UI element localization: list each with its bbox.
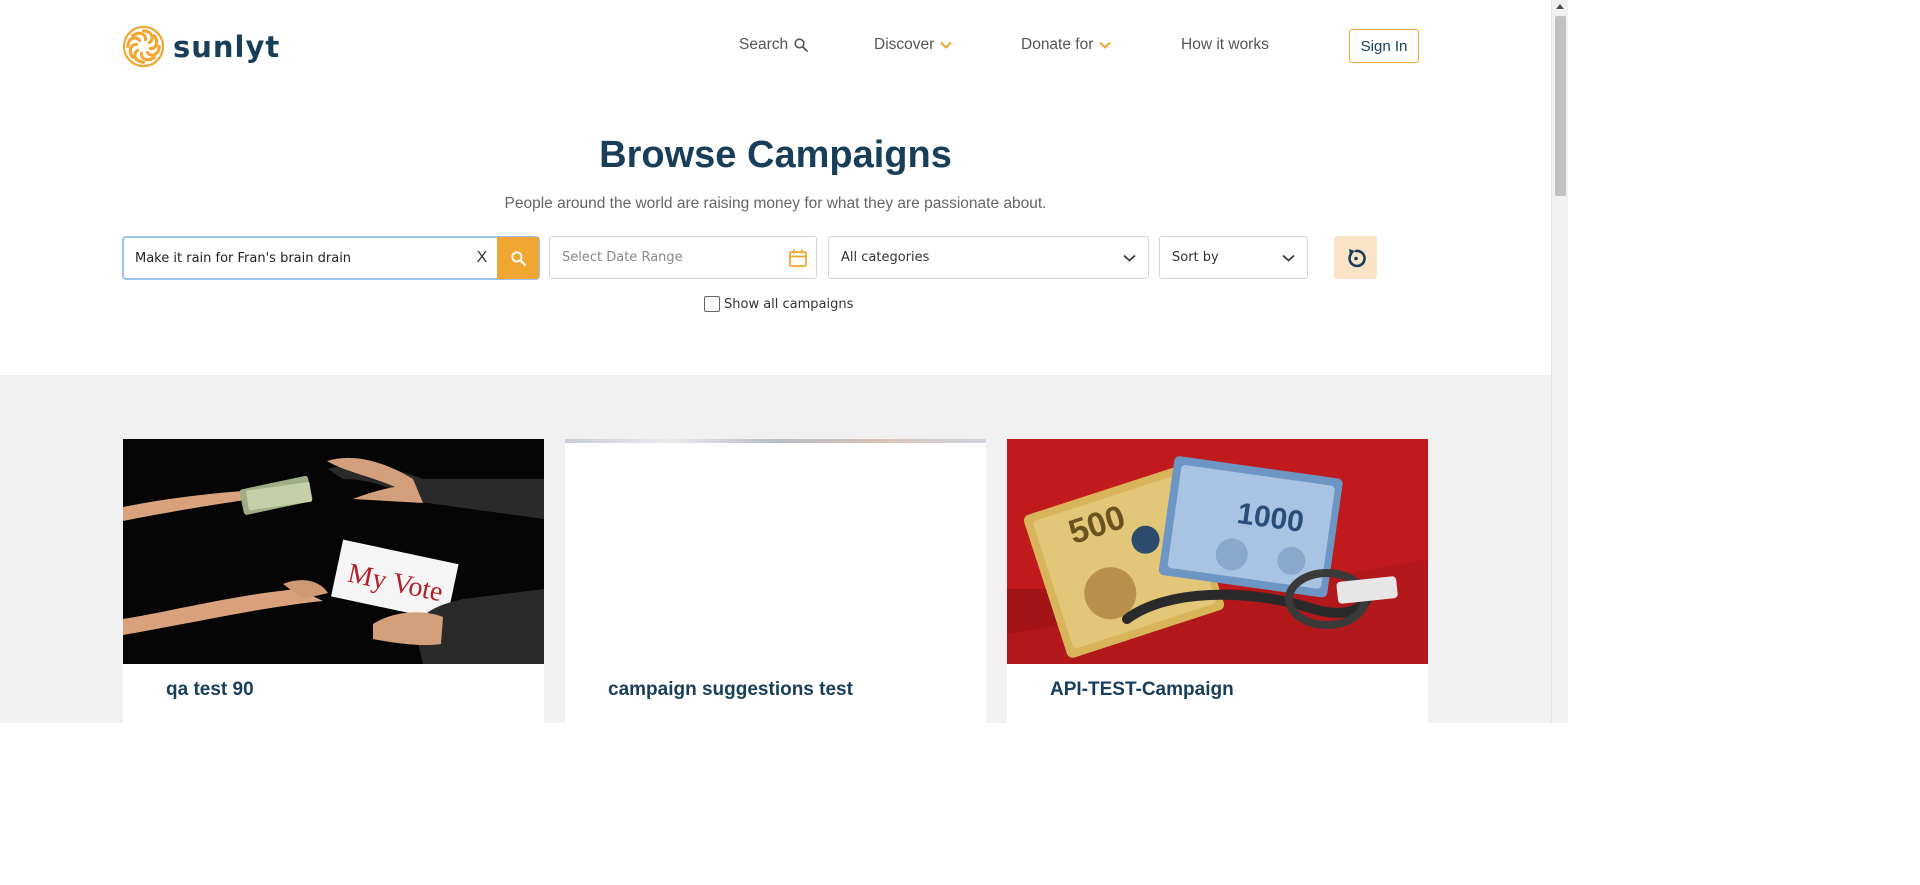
campaign-search: X <box>122 236 540 280</box>
campaign-card[interactable]: 500 1000 API-TEST-Campaign <box>1007 439 1428 739</box>
campaign-title[interactable]: campaign suggestions test <box>608 679 853 701</box>
campaign-image <box>565 439 986 664</box>
search-icon <box>794 38 809 52</box>
money-for-vote-illustration: My Vote <box>123 457 544 664</box>
show-all-checkbox[interactable] <box>704 296 720 312</box>
nav-discover[interactable]: Discover <box>874 36 953 54</box>
category-select[interactable]: All categories <box>828 236 1149 279</box>
search-icon <box>510 250 526 266</box>
page-scrollbar[interactable] <box>1551 0 1568 723</box>
category-selected: All categories <box>841 250 930 265</box>
nav-discover-label: Discover <box>874 36 935 53</box>
site-header: sunlyt Search Discover Donate for How it… <box>0 0 1551 92</box>
search-input[interactable] <box>124 238 467 278</box>
nav-donate-label: Donate for <box>1021 36 1094 53</box>
show-all-label: Show all campaigns <box>724 296 854 312</box>
campaign-image: 500 1000 <box>1007 439 1428 664</box>
chevron-down-icon <box>1099 41 1112 49</box>
nav-how-label: How it works <box>1181 36 1269 53</box>
browse-hero: Browse Campaigns People around the world… <box>0 92 1551 375</box>
main-nav: Search Discover Donate for How it works <box>0 36 1551 58</box>
search-button[interactable] <box>497 237 539 279</box>
peso-bills-illustration: 500 1000 <box>1007 456 1428 664</box>
campaign-card[interactable]: campaign suggestions test <box>565 439 986 739</box>
show-all-campaigns[interactable]: Show all campaigns <box>704 296 853 312</box>
reset-icon <box>1347 248 1366 267</box>
nav-how-it-works[interactable]: How it works <box>1181 36 1269 54</box>
sort-select[interactable]: Sort by <box>1159 236 1308 279</box>
calendar-icon <box>789 249 807 267</box>
sort-selected: Sort by <box>1172 250 1219 265</box>
chevron-down-icon <box>1282 254 1295 262</box>
page-title: Browse Campaigns <box>599 134 952 176</box>
nav-donate-for[interactable]: Donate for <box>1021 36 1112 54</box>
nav-search-label: Search <box>739 36 789 53</box>
campaign-title[interactable]: qa test 90 <box>166 679 254 701</box>
chevron-down-icon <box>940 41 953 49</box>
scroll-up-arrow-icon[interactable] <box>1556 4 1564 9</box>
clear-search-button[interactable]: X <box>467 249 497 267</box>
date-range-placeholder: Select Date Range <box>562 250 683 265</box>
reset-filters-button[interactable] <box>1334 236 1377 279</box>
chevron-down-icon <box>1123 254 1136 262</box>
campaign-image: My Vote <box>123 439 544 664</box>
scroll-thumb[interactable] <box>1555 16 1566 196</box>
sign-in-button[interactable]: Sign In <box>1349 29 1419 63</box>
campaign-grid: My Vote qa test 90 campaign suggestions … <box>0 375 1551 739</box>
campaign-title[interactable]: API-TEST-Campaign <box>1050 679 1234 701</box>
campaign-card[interactable]: My Vote qa test 90 <box>123 439 544 739</box>
date-range-picker[interactable]: Select Date Range <box>549 236 817 279</box>
nav-search[interactable]: Search <box>739 36 809 54</box>
page-subtitle: People around the world are raising mone… <box>504 195 1047 212</box>
